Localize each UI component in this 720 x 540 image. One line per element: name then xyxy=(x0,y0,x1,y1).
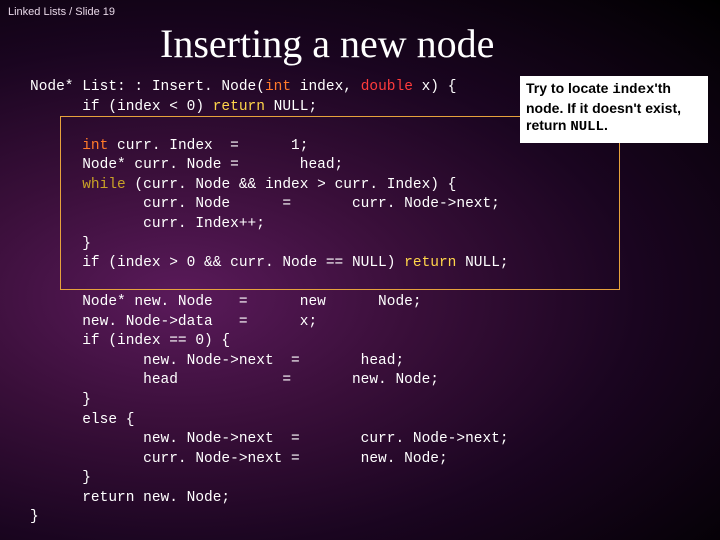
callout-text: Try to locate xyxy=(526,80,608,96)
callout-code2: NULL xyxy=(570,119,604,135)
code-line: Node* new. Node = new Node; xyxy=(30,294,422,310)
code-line: if (index == 0) { xyxy=(30,333,230,349)
callout-box: Try to locate index'th node. If it doesn… xyxy=(520,76,708,143)
code-line: curr. Node->next = new. Node; xyxy=(30,451,448,467)
callout-text3: . xyxy=(604,117,608,133)
code-line: Node* List: : Insert. Node(int index, do… xyxy=(30,79,456,95)
code-line: new. Node->next = head; xyxy=(30,353,404,369)
code-line xyxy=(30,275,39,291)
code-line: else { xyxy=(30,412,134,428)
page-title: Inserting a new node xyxy=(160,20,494,67)
code-line: } xyxy=(30,509,39,525)
callout-code: index xyxy=(612,82,654,98)
code-line: return new. Node; xyxy=(30,490,230,506)
code-line xyxy=(30,118,39,134)
code-line: new. Node->next = curr. Node->next; xyxy=(30,431,509,447)
code-line: if (index < 0) return NULL; xyxy=(30,99,317,115)
code-line: } xyxy=(30,470,91,486)
code-line: new. Node->data = x; xyxy=(30,314,317,330)
breadcrumb: Linked Lists / Slide 19 xyxy=(8,6,115,18)
code-line: } xyxy=(30,392,91,408)
code-line: head = new. Node; xyxy=(30,372,439,388)
